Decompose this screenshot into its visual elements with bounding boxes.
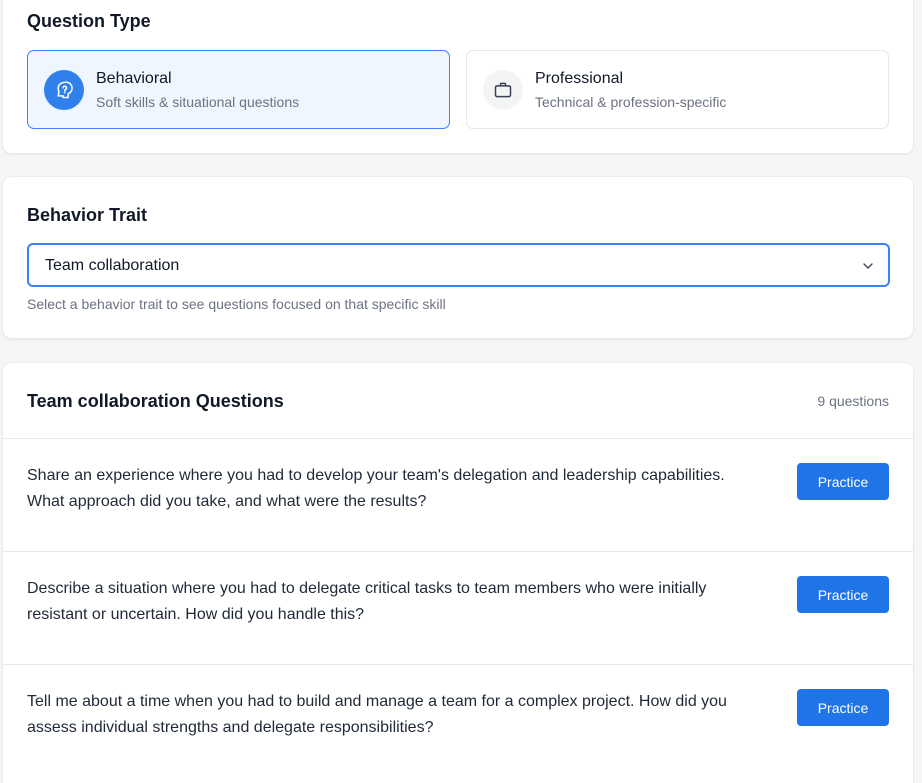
questions-count: 9 questions	[817, 393, 889, 409]
briefcase-icon	[483, 70, 523, 110]
behavioral-label: Behavioral	[96, 70, 172, 87]
practice-button[interactable]: Practice	[797, 689, 889, 726]
question-type-title: Question Type	[27, 11, 151, 31]
question-row: Share an experience where you had to dev…	[3, 438, 913, 551]
questions-list: Share an experience where you had to dev…	[3, 438, 913, 777]
behavior-trait-select[interactable]: Team collaboration	[27, 243, 890, 287]
behavior-trait-selected-value: Team collaboration	[45, 257, 180, 274]
behavioral-option[interactable]: Behavioral Soft skills & situational que…	[27, 50, 450, 129]
behavior-trait-title: Behavior Trait	[27, 205, 148, 225]
practice-button[interactable]: Practice	[797, 463, 889, 500]
practice-button[interactable]: Practice	[797, 576, 889, 613]
questions-card: Team collaboration Questions 9 questions…	[3, 363, 913, 783]
questions-title: Team collaboration Questions	[27, 391, 284, 411]
question-row: Tell me about a time when you had to bui…	[3, 664, 913, 777]
behavior-trait-card: Behavior Trait Team collaboration Select…	[3, 177, 913, 338]
question-text: Share an experience where you had to dev…	[27, 467, 725, 510]
head-lightbulb-icon	[44, 70, 84, 110]
professional-label: Professional	[535, 70, 624, 87]
chevron-down-icon	[860, 258, 876, 279]
question-text: Tell me about a time when you had to bui…	[27, 693, 727, 736]
behavior-trait-hint: Select a behavior trait to see questions…	[27, 296, 446, 312]
professional-description: Technical & profession-specific	[535, 94, 727, 110]
question-type-card: Question Type Behavioral Soft skills & s…	[3, 0, 913, 153]
professional-option[interactable]: Professional Technical & profession-spec…	[466, 50, 889, 129]
question-row: Describe a situation where you had to de…	[3, 551, 913, 664]
question-text: Describe a situation where you had to de…	[27, 580, 707, 623]
behavioral-description: Soft skills & situational questions	[96, 94, 300, 110]
